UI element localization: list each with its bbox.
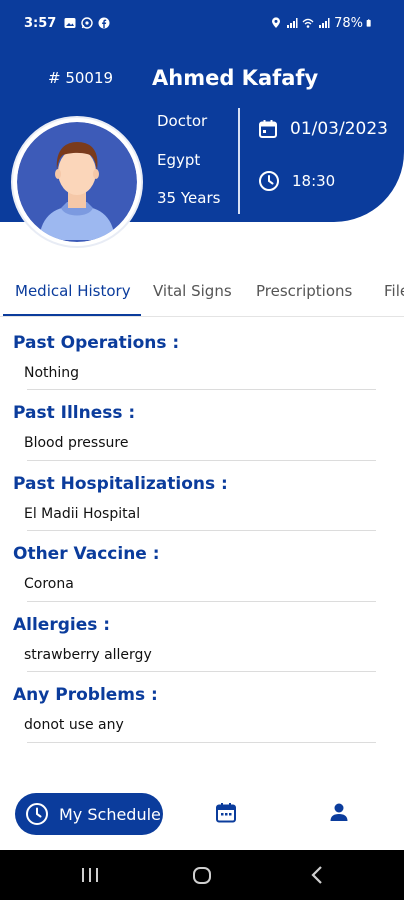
section-divider: [27, 460, 376, 461]
bottom-navigation: My Schedule: [0, 780, 404, 850]
calendar-icon[interactable]: [215, 802, 237, 824]
section-title: Past Hospitalizations :: [13, 474, 228, 494]
patient-country: Egypt: [157, 151, 201, 169]
avatar-image: [17, 122, 137, 242]
facebook-icon: [98, 17, 110, 29]
gallery-icon: [64, 18, 76, 28]
battery-percent: 78%: [334, 15, 363, 31]
home-icon[interactable]: [191, 864, 213, 886]
appointment-date-row: 01/03/2023: [258, 119, 388, 139]
wifi-icon: [302, 18, 314, 28]
my-schedule-button[interactable]: My Schedule: [15, 793, 163, 835]
history-past-operations: Past Operations : Nothing: [13, 333, 375, 381]
section-title: Other Vaccine :: [13, 544, 160, 564]
section-value: Corona: [24, 576, 74, 592]
clock-icon: [26, 803, 48, 825]
history-past-hospitalizations: Past Hospitalizations : El Madii Hospita…: [13, 474, 375, 522]
whatsapp-icon: [81, 17, 94, 29]
appointment-time-row: 18:30: [258, 170, 335, 192]
header-divider: [238, 108, 240, 214]
status-right: 78%: [270, 16, 378, 31]
status-time: 3:57: [24, 15, 57, 31]
person-icon[interactable]: [329, 802, 349, 822]
clock-icon: [259, 171, 279, 191]
history-any-problems: Any Problems : donot use any: [13, 685, 375, 733]
location-icon: [272, 17, 281, 28]
system-navigation-bar: [0, 850, 404, 900]
section-title: Any Problems :: [13, 685, 158, 705]
tab-medical-history[interactable]: Medical History: [15, 282, 131, 300]
patient-avatar: [13, 118, 141, 246]
section-value: Blood pressure: [24, 435, 129, 451]
tab-files[interactable]: Files: [384, 282, 404, 300]
appointment-time: 18:30: [292, 172, 336, 190]
section-value: El Madii Hospital: [24, 506, 141, 522]
section-value: Nothing: [24, 365, 80, 381]
section-value: strawberry allergy: [24, 647, 152, 663]
signal-icon: [287, 18, 298, 28]
section-title: Past Operations :: [13, 333, 180, 353]
patient-occupation: Doctor: [157, 112, 208, 130]
profile-tabs: Medical History Vital Signs Prescription…: [0, 270, 404, 318]
history-past-illness: Past Illness : Blood pressure: [13, 403, 375, 451]
back-icon[interactable]: [308, 864, 326, 886]
section-divider: [27, 601, 376, 602]
status-bar: 3:57 78%: [24, 14, 378, 32]
appointment-date: 01/03/2023: [290, 119, 388, 139]
battery-icon: [366, 19, 371, 27]
section-title: Past Illness :: [13, 403, 136, 423]
patient-age: 35 Years: [157, 189, 221, 207]
recent-apps-icon[interactable]: [80, 864, 100, 886]
section-divider: [27, 671, 376, 672]
my-schedule-label: My Schedule: [59, 804, 161, 824]
patient-name: Ahmed Kafafy: [152, 66, 319, 90]
signal-icon: [319, 18, 330, 28]
section-divider: [27, 530, 376, 531]
tabs-divider: [0, 316, 404, 317]
calendar-icon: [259, 120, 277, 138]
section-value: donot use any: [24, 717, 124, 733]
section-divider: [27, 742, 376, 743]
history-allergies: Allergies : strawberry allergy: [13, 615, 375, 663]
patient-id: # 50019: [48, 69, 114, 87]
tab-vital-signs[interactable]: Vital Signs: [153, 282, 232, 300]
section-title: Allergies :: [13, 615, 111, 635]
section-divider: [27, 389, 376, 390]
history-other-vaccine: Other Vaccine : Corona: [13, 544, 375, 592]
tab-prescriptions[interactable]: Prescriptions: [256, 282, 352, 300]
